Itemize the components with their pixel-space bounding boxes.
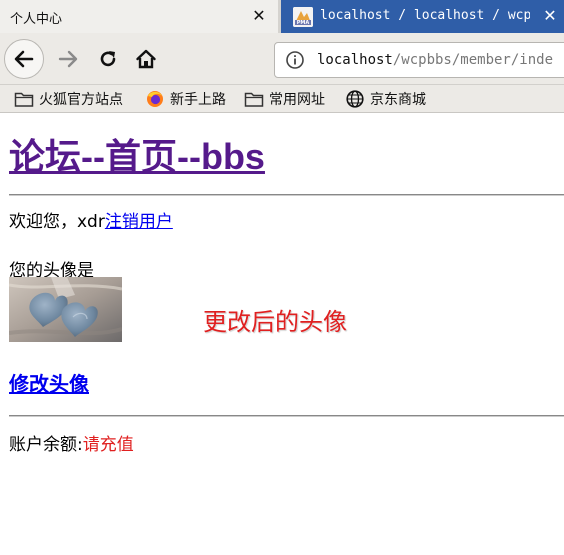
divider bbox=[9, 415, 564, 417]
close-tab-icon[interactable]: ✕ bbox=[248, 5, 270, 27]
page-content: 论坛--首页--bbs 欢迎您，xdr注销用户 您的头像是 更改后的头像 修改头… bbox=[0, 114, 564, 555]
bookmark-getting-started[interactable]: 新手上路 bbox=[145, 89, 226, 109]
bookmarks-toolbar: 火狐官方站点 新手上路 常用网址 京东商城 bbox=[0, 85, 564, 113]
bookmark-label: 常用网址 bbox=[269, 92, 325, 108]
folder-icon bbox=[244, 92, 264, 107]
balance-line: 账户余额:请充值 bbox=[9, 430, 134, 455]
recharge-link[interactable]: 请充值 bbox=[83, 435, 134, 455]
tab-strip: 个人中心 ✕ PMA localhost / localhost / wcpbb… bbox=[0, 0, 564, 33]
welcome-text: 欢迎您，xdr bbox=[9, 212, 105, 232]
arrow-left-icon bbox=[14, 50, 34, 68]
url-bar[interactable]: localhost/wcpbbs/member/inde bbox=[274, 42, 564, 78]
globe-icon bbox=[346, 90, 364, 108]
reload-icon bbox=[100, 51, 116, 67]
annotation-label: 更改后的头像 bbox=[203, 308, 347, 336]
logout-link[interactable]: 注销用户 bbox=[105, 212, 173, 232]
forward-button[interactable] bbox=[48, 39, 88, 79]
info-icon[interactable] bbox=[285, 50, 305, 70]
firefox-icon bbox=[147, 91, 163, 107]
balance-label: 账户余额: bbox=[9, 435, 83, 455]
tab-localhost[interactable]: PMA localhost / localhost / wcpbbs ✕ bbox=[281, 0, 564, 33]
close-tab-icon[interactable]: ✕ bbox=[539, 5, 561, 27]
arrow-right-icon bbox=[58, 50, 78, 68]
bookmark-common-sites[interactable]: 常用网址 bbox=[244, 89, 325, 109]
divider bbox=[9, 194, 564, 196]
home-button[interactable] bbox=[126, 39, 166, 79]
url-path: /wcpbbs/member/inde bbox=[392, 52, 554, 68]
reload-button[interactable] bbox=[88, 39, 128, 79]
tab-title: localhost / localhost / wcpbbs bbox=[320, 8, 530, 23]
change-avatar-link[interactable]: 修改头像 bbox=[9, 368, 89, 397]
url-host: localhost bbox=[317, 52, 393, 68]
navigation-toolbar: localhost/wcpbbs/member/inde bbox=[0, 33, 564, 85]
url-text[interactable]: localhost/wcpbbs/member/inde bbox=[317, 52, 553, 68]
tab-title: 个人中心 bbox=[10, 12, 63, 27]
bookmark-label: 火狐官方站点 bbox=[39, 92, 123, 108]
phpmyadmin-favicon-icon: PMA bbox=[293, 7, 313, 27]
bookmark-firefox-official[interactable]: 火狐官方站点 bbox=[14, 89, 123, 109]
home-icon bbox=[136, 49, 156, 69]
bookmark-label: 京东商城 bbox=[370, 92, 426, 108]
tab-personal-center[interactable]: 个人中心 ✕ bbox=[0, 0, 278, 33]
avatar-image bbox=[9, 277, 122, 342]
back-button[interactable] bbox=[4, 39, 44, 79]
bookmark-jd-mall[interactable]: 京东商城 bbox=[345, 89, 426, 109]
welcome-line: 欢迎您，xdr注销用户 bbox=[9, 207, 173, 232]
page-title-link[interactable]: 论坛--首页--bbs bbox=[9, 128, 265, 180]
bookmark-label: 新手上路 bbox=[170, 92, 226, 108]
folder-icon bbox=[14, 92, 34, 107]
svg-text:PMA: PMA bbox=[297, 20, 310, 26]
